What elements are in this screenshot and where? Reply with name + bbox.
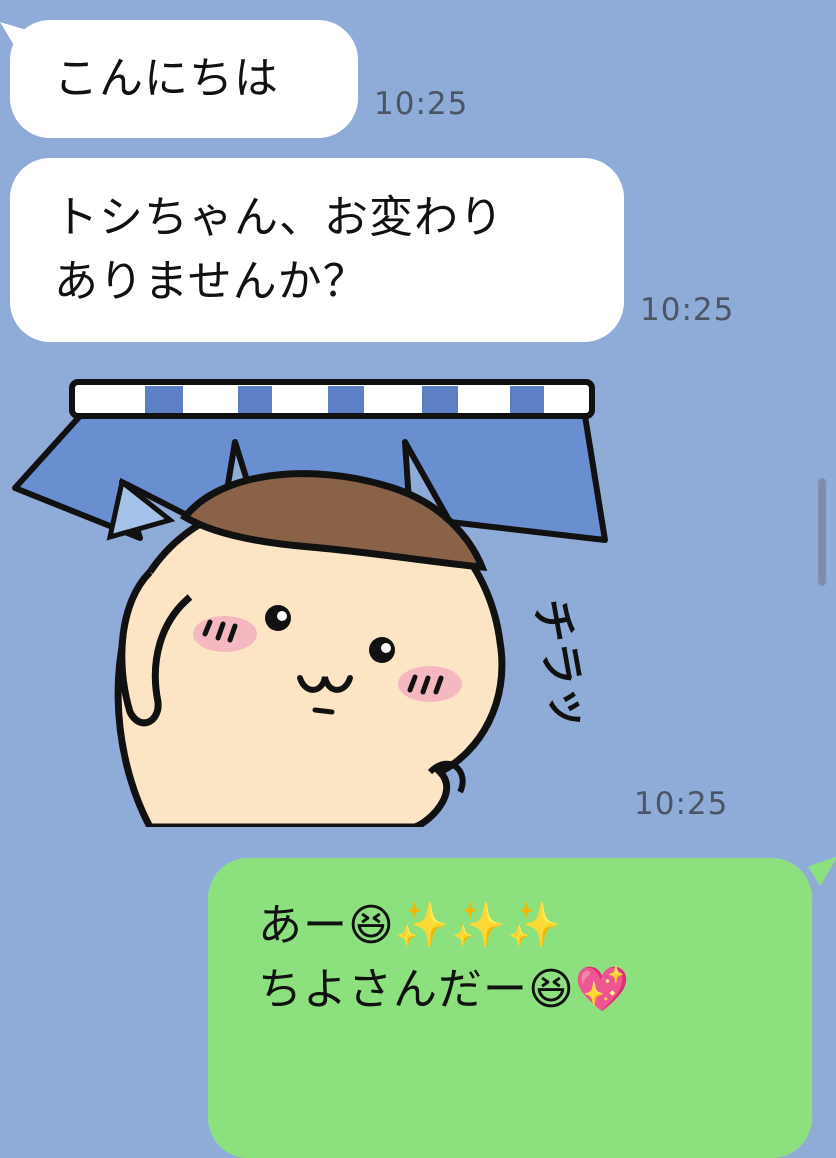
scrollbar[interactable] <box>818 478 826 586</box>
outgoing-message-bubble[interactable]: あー😆✨✨✨ ちよさんだー😆💖 <box>208 858 812 1158</box>
message-text: こんにちは <box>54 53 279 104</box>
message-text-line-2: ありませんか？ <box>54 256 368 307</box>
message-time: 10:25 <box>640 292 735 328</box>
message-time: 10:25 <box>634 786 729 822</box>
incoming-message-bubble[interactable]: こんにちは <box>10 20 358 138</box>
message-time: 10:25 <box>374 86 469 122</box>
bubble-tail <box>808 856 836 886</box>
message-text-line-1: あー😆✨✨✨ <box>258 900 563 951</box>
message-text-line-1: トシちゃん、お変わり <box>54 192 504 243</box>
message-text-line-2: ちよさんだー😆💖 <box>258 964 631 1015</box>
sticker-image[interactable]: チラッ <box>10 372 620 827</box>
chat-area[interactable]: こんにちは 10:25 トシちゃん、お変わり ありませんか？ 10:25 チラッ… <box>0 0 836 1158</box>
sticker-text: チラッ <box>524 595 597 734</box>
curtain-rod <box>69 379 595 419</box>
incoming-message-bubble[interactable]: トシちゃん、お変わり ありませんか？ <box>10 158 624 342</box>
